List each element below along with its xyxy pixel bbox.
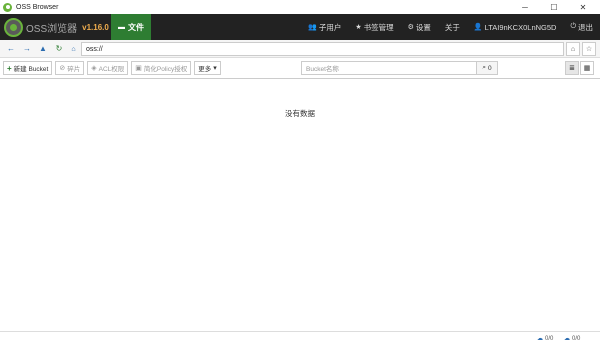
arrow-up-icon: ▲ xyxy=(39,44,47,53)
arrow-left-icon: ← xyxy=(7,44,15,53)
fragments-label: 碎片 xyxy=(67,66,81,73)
empty-message: 没有数据 xyxy=(285,109,315,118)
logo: OSS浏览器 v1.16.0 xyxy=(0,14,110,40)
search-count: 0 xyxy=(488,64,492,72)
top-navbar: OSS浏览器 v1.16.0 ▬ 文件 👥 子用户 ★ 书签管理 ⚙ 设置 关于… xyxy=(0,14,600,40)
nav-account-label: LTAI9nKCX0LnNG5D xyxy=(484,22,557,32)
fragments-icon: ⊘ xyxy=(59,65,66,72)
list-view-button[interactable]: ≣ xyxy=(565,61,579,75)
star-outline-icon: ☆ xyxy=(585,46,593,53)
shield-icon: ◈ xyxy=(91,65,97,72)
refresh-button[interactable]: ↻ xyxy=(53,42,65,55)
policy-icon: ▣ xyxy=(135,65,142,72)
user-icon: 👤 xyxy=(473,24,483,31)
up-button[interactable]: ▲ xyxy=(37,42,49,55)
nav-subusers-label: 子用户 xyxy=(318,22,342,32)
cloud-upload-icon: ☁ xyxy=(537,336,543,342)
window-titlebar: OSS Browser ─ ☐ ✕ xyxy=(0,0,600,14)
upload-count: 0/0 xyxy=(545,335,554,342)
nav-subusers[interactable]: 👥 子用户 xyxy=(301,14,348,40)
more-dropdown[interactable]: 更多 ▾ xyxy=(194,61,221,75)
list-icon: ≣ xyxy=(569,65,575,72)
plus-icon: + xyxy=(7,63,12,73)
nav-files-tab[interactable]: ▬ 文件 xyxy=(111,14,151,40)
back-button[interactable]: ← xyxy=(5,42,17,55)
address-home-button[interactable]: ⌂ xyxy=(566,42,580,56)
new-bucket-button[interactable]: + 新建 Bucket xyxy=(3,61,53,75)
window-title: OSS Browser xyxy=(16,3,59,11)
caret-down-icon: ▾ xyxy=(213,65,217,72)
star-icon: ★ xyxy=(355,24,362,31)
nav-files-label: 文件 xyxy=(128,22,144,32)
logo-text: OSS浏览器 xyxy=(26,23,78,35)
nav-settings[interactable]: ⚙ 设置 xyxy=(401,14,438,40)
refresh-icon: ↻ xyxy=(55,44,63,53)
nav-bookmarks[interactable]: ★ 书签管理 xyxy=(348,14,400,40)
arrow-right-icon: → xyxy=(23,44,31,53)
grid-icon: ▦ xyxy=(583,65,591,72)
policy-label: 简化Policy授权 xyxy=(143,66,188,73)
minimize-button[interactable]: ─ xyxy=(514,0,536,14)
acl-button[interactable]: ◈ ACL权限 xyxy=(87,61,129,75)
nav-right: 👥 子用户 ★ 书签管理 ⚙ 设置 关于 👤 LTAI9nKCX0LnNG5D … xyxy=(301,14,600,40)
fragments-button[interactable]: ⊘ 碎片 xyxy=(55,61,85,75)
cloud-download-icon: ☁ xyxy=(564,336,570,342)
maximize-button[interactable]: ☐ xyxy=(543,0,565,14)
grid-view-button[interactable]: ▦ xyxy=(580,61,594,75)
search-icon: ⌕ xyxy=(482,64,486,71)
search-button[interactable]: ⌕ 0 xyxy=(476,61,498,75)
bucket-search-input[interactable]: Bucket名称 xyxy=(301,61,477,75)
home-button[interactable]: ⌂ xyxy=(68,43,79,55)
close-button[interactable]: ✕ xyxy=(572,0,594,14)
download-count: 0/0 xyxy=(572,335,581,342)
app-icon xyxy=(3,2,12,12)
upload-status[interactable]: ☁ 0/0 xyxy=(537,333,553,344)
power-icon: ⏻ xyxy=(570,23,576,30)
bucket-toolbar: + 新建 Bucket ⊘ 碎片 ◈ ACL权限 ▣ 简化Policy授权 更多… xyxy=(0,58,600,79)
more-label: 更多 xyxy=(198,66,212,73)
nav-about[interactable]: 关于 xyxy=(438,14,467,40)
nav-bookmarks-label: 书签管理 xyxy=(363,22,394,32)
nav-logout-label: 退出 xyxy=(578,22,593,32)
nav-account[interactable]: 👤 LTAI9nKCX0LnNG5D xyxy=(467,14,564,40)
home-icon: ⌂ xyxy=(570,45,576,53)
nav-about-label: 关于 xyxy=(444,22,460,32)
nav-logout[interactable]: ⏻ 退出 xyxy=(563,14,600,40)
folder-icon: ▬ xyxy=(118,23,125,31)
users-icon: 👥 xyxy=(308,24,317,31)
forward-button[interactable]: → xyxy=(21,42,33,55)
download-status[interactable]: ☁ 0/0 xyxy=(564,333,580,344)
logo-icon xyxy=(4,17,23,37)
policy-button[interactable]: ▣ 简化Policy授权 xyxy=(131,61,192,75)
acl-label: ACL权限 xyxy=(98,66,125,73)
address-bar: ← → ▲ ↻ ⌂ oss:// ⌂ ☆ xyxy=(0,40,600,58)
home-icon: ⌂ xyxy=(71,45,76,53)
address-input[interactable]: oss:// xyxy=(81,42,564,56)
bookmark-button[interactable]: ☆ xyxy=(582,42,596,56)
version-label: v1.16.0 xyxy=(82,22,109,32)
nav-settings-label: 设置 xyxy=(415,22,431,32)
new-bucket-label: 新建 Bucket xyxy=(13,66,49,73)
gear-icon: ⚙ xyxy=(407,24,414,31)
status-footer: ☁ 0/0 ☁ 0/0 xyxy=(0,331,600,344)
